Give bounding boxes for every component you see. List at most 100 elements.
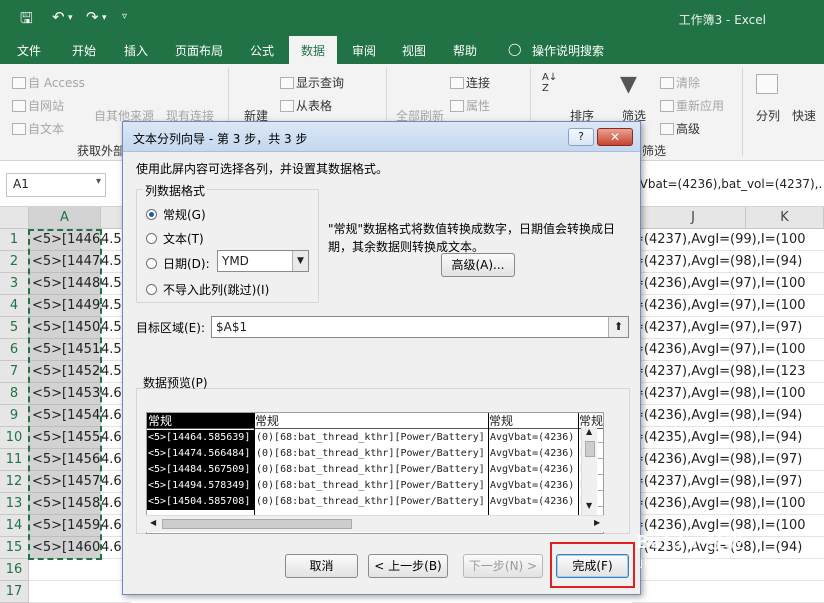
chevron-down-icon[interactable]: ▾ <box>96 176 101 187</box>
clear-button[interactable]: 清除 <box>660 74 700 91</box>
cell-a[interactable]: <5>[1459 <box>29 515 101 537</box>
radio-general[interactable] <box>146 209 157 220</box>
range-picker-icon[interactable]: ⬆ <box>608 317 628 337</box>
cell-a[interactable]: <5>[1460 <box>29 537 101 559</box>
row-header[interactable]: 7 <box>0 361 29 383</box>
scroll-down-icon[interactable]: ▼ <box>586 501 592 510</box>
text-to-columns-button[interactable]: 分列 <box>756 107 780 124</box>
save-icon[interactable]: 🖫 <box>20 8 33 33</box>
row-header[interactable]: 10 <box>0 427 29 449</box>
from-table-button[interactable]: 从表格 <box>280 97 332 114</box>
scroll-thumb[interactable] <box>585 441 595 457</box>
cell-j-k[interactable]: =(4237),AvgI=(98),I=(100 <box>632 383 824 405</box>
formula-content[interactable]: gVbat=(4236),bat_vol=(4237),. <box>632 177 822 191</box>
close-button[interactable]: ✕ <box>597 128 633 146</box>
row-header[interactable]: 13 <box>0 493 29 515</box>
cell-a[interactable]: <5>[1453 <box>29 383 101 405</box>
preview-vertical-scrollbar[interactable]: ▲ ▼ <box>581 427 597 515</box>
scroll-left-icon[interactable]: ◀ <box>150 518 156 527</box>
cell-a[interactable]: <5>[1446 <box>29 229 101 251</box>
tab-formulas[interactable]: 公式 <box>250 42 274 59</box>
cell-j-k[interactable]: =(4236),AvgI=(97),I=(100 <box>632 273 824 295</box>
row-header[interactable]: 4 <box>0 295 29 317</box>
radio-skip[interactable] <box>146 284 157 295</box>
name-box[interactable]: A1 ▾ <box>6 173 106 197</box>
next-button[interactable]: 下一步(N) > <box>463 554 543 578</box>
properties-button[interactable]: 属性 <box>450 97 490 114</box>
preview-header-col3[interactable]: 常规 <box>488 413 578 429</box>
scroll-right-icon[interactable]: ▶ <box>594 518 600 527</box>
cell-a[interactable]: <5>[1454 <box>29 405 101 427</box>
row-header[interactable]: 15 <box>0 537 29 559</box>
scroll-up-icon[interactable]: ▲ <box>586 427 592 436</box>
row-header[interactable]: 3 <box>0 273 29 295</box>
connections-button[interactable]: 连接 <box>450 74 490 91</box>
back-button[interactable]: < 上一步(B) <box>368 554 448 578</box>
row-header[interactable]: 1 <box>0 229 29 251</box>
column-header-j[interactable]: J <box>641 207 746 229</box>
cell-j-k[interactable] <box>632 581 824 603</box>
cell-j-k[interactable]: =(4237),AvgI=(97),I=(97) <box>632 317 824 339</box>
row-header[interactable]: 11 <box>0 449 29 471</box>
cell-j-k[interactable]: =(4236),AvgI=(97),I=(100 <box>632 339 824 361</box>
show-query-button[interactable]: 显示查询 <box>280 74 344 91</box>
tab-view[interactable]: 视图 <box>402 42 426 59</box>
tab-insert[interactable]: 插入 <box>124 42 148 59</box>
redo-dropdown-icon[interactable]: ▾ <box>102 13 107 23</box>
redo-icon[interactable]: ↷ <box>86 8 99 26</box>
flash-fill-button[interactable]: 快速 <box>792 107 816 124</box>
preview-header-col2[interactable]: 常规 <box>254 413 488 429</box>
row-header[interactable]: 8 <box>0 383 29 405</box>
chevron-down-icon[interactable]: ▼ <box>292 251 308 271</box>
row-header[interactable]: 14 <box>0 515 29 537</box>
tab-home[interactable]: 开始 <box>72 42 96 59</box>
column-header-k[interactable]: K <box>746 207 824 229</box>
advanced-filter-button[interactable]: 高级 <box>660 120 700 137</box>
help-button[interactable]: ? <box>568 128 594 146</box>
radio-text[interactable] <box>146 233 157 244</box>
from-text-button[interactable]: 自文本 <box>12 120 64 137</box>
select-all-corner[interactable] <box>0 207 29 229</box>
cell-j-k[interactable]: =(4237),AvgI=(98),I=(123 <box>632 361 824 383</box>
row-header[interactable]: 16 <box>0 559 29 581</box>
row-header[interactable]: 6 <box>0 339 29 361</box>
cell-j-k[interactable]: =(4236),AvgI=(98),I=(100 <box>632 493 824 515</box>
row-header[interactable]: 5 <box>0 317 29 339</box>
cell-a[interactable]: <5>[1457 <box>29 471 101 493</box>
customize-qat-icon[interactable]: ▿ <box>122 11 127 22</box>
date-format-select[interactable]: YMD ▼ <box>217 250 309 272</box>
tab-file[interactable]: 文件 <box>17 42 41 59</box>
dialog-title-bar[interactable]: 文本分列向导 - 第 3 步，共 3 步 ? ✕ <box>123 122 640 152</box>
cell-a[interactable] <box>29 581 101 603</box>
cell-a[interactable]: <5>[1455 <box>29 427 101 449</box>
cell-j-k[interactable]: =(4237),AvgI=(98),I=(97) <box>632 471 824 493</box>
column-header-a[interactable]: A <box>29 207 101 229</box>
radio-date[interactable] <box>146 258 157 269</box>
radio-general-label[interactable]: 常规(G) <box>163 206 206 223</box>
undo-icon[interactable]: ↶ <box>52 8 65 26</box>
reapply-button[interactable]: 重新应用 <box>660 97 724 114</box>
cell-j-k[interactable]: =(4237),AvgI=(99),I=(100 <box>632 229 824 251</box>
preview-header-col1[interactable]: 常规 <box>147 413 254 429</box>
cell-j-k[interactable]: =(4237),AvgI=(98),I=(94) <box>632 251 824 273</box>
cell-j-k[interactable]: =(4235),AvgI=(98),I=(94) <box>632 427 824 449</box>
row-header[interactable]: 17 <box>0 581 29 603</box>
scroll-thumb[interactable] <box>162 519 352 529</box>
row-header[interactable]: 2 <box>0 251 29 273</box>
cell-a[interactable]: <5>[1452 <box>29 361 101 383</box>
cell-a[interactable]: <5>[1456 <box>29 449 101 471</box>
cell-a[interactable]: <5>[1447 <box>29 251 101 273</box>
cancel-button[interactable]: 取消 <box>285 554 358 578</box>
advanced-button[interactable]: 高级(A)... <box>441 253 515 277</box>
from-web-button[interactable]: 自网站 <box>12 97 64 114</box>
tab-data[interactable]: 数据 <box>289 36 338 64</box>
tab-review[interactable]: 审阅 <box>352 42 376 59</box>
radio-text-label[interactable]: 文本(T) <box>163 230 204 247</box>
tab-page-layout[interactable]: 页面布局 <box>175 42 223 59</box>
cell-a[interactable]: <5>[1450 <box>29 317 101 339</box>
row-header[interactable]: 12 <box>0 471 29 493</box>
undo-dropdown-icon[interactable]: ▾ <box>68 13 73 23</box>
cell-a[interactable]: <5>[1449 <box>29 295 101 317</box>
tab-help[interactable]: 帮助 <box>453 42 477 59</box>
cell-a[interactable] <box>29 559 101 581</box>
